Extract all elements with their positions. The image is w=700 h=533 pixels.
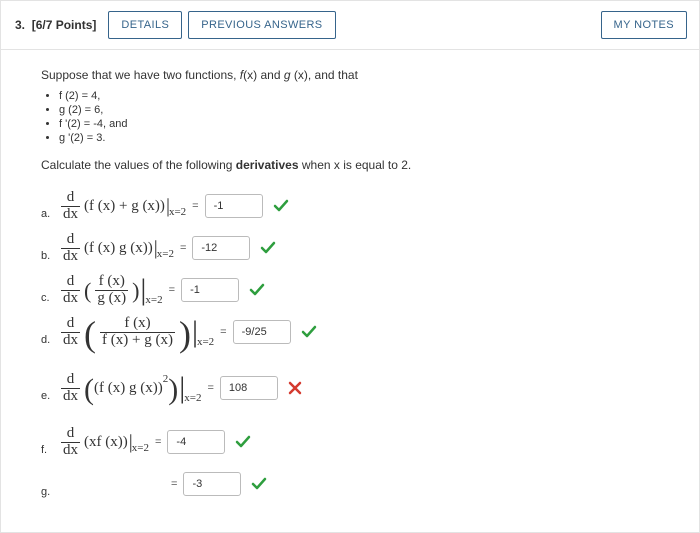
equals: =	[171, 478, 177, 490]
equals: =	[220, 326, 226, 338]
expr: (xf (x))	[84, 434, 128, 451]
part-e: e. ddx ( (f (x) g (x)) 2 ) | x=2 = 108	[41, 368, 659, 408]
eval-at: x=2	[184, 392, 201, 404]
expr: (f (x) + g (x))	[84, 198, 165, 215]
check-icon	[249, 282, 265, 298]
question-header: 3. [6/7 Points] DETAILS PREVIOUS ANSWERS…	[1, 1, 699, 50]
cross-icon	[288, 381, 302, 395]
part-label: f.	[41, 444, 57, 462]
calculate-text: Calculate the values of the following de…	[41, 158, 659, 172]
check-icon	[235, 434, 251, 450]
previous-answers-button[interactable]: PREVIOUS ANSWERS	[188, 11, 335, 39]
expr: (f (x) g (x))	[84, 240, 153, 257]
given-item: f (2) = 4,	[59, 90, 659, 102]
part-label: c.	[41, 292, 57, 310]
given-list: f (2) = 4, g (2) = 6, f '(2) = -4, and g…	[59, 90, 659, 144]
part-d: d. ddx ( f (x)f (x) + g (x) ) | x=2 = -9…	[41, 312, 659, 352]
part-label: a.	[41, 208, 57, 226]
eval-at: x=2	[132, 442, 149, 454]
part-label: b.	[41, 250, 57, 268]
ddx: ddx	[61, 372, 80, 405]
part-c: c. ddx ( f (x)g (x) ) | x=2 = -1	[41, 270, 659, 310]
ddx: ddx	[61, 426, 80, 459]
equals: =	[180, 242, 186, 254]
check-icon	[273, 198, 289, 214]
answer-box[interactable]: -12	[192, 236, 250, 260]
equals: =	[169, 284, 175, 296]
equals: =	[155, 436, 161, 448]
ddx: ddx	[61, 274, 80, 307]
prompt-text: Suppose that we have two functions, f(x)…	[41, 68, 659, 82]
eval-at: x=2	[145, 294, 162, 306]
given-item: f '(2) = -4, and	[59, 118, 659, 130]
quotient: f (x)f (x) + g (x)	[100, 316, 175, 349]
check-icon	[301, 324, 317, 340]
part-a: a. ddx (f (x) + g (x)) | x=2 = -1	[41, 186, 659, 226]
given-item: g '(2) = 3.	[59, 132, 659, 144]
question-card: 3. [6/7 Points] DETAILS PREVIOUS ANSWERS…	[0, 0, 700, 533]
eval-at: x=2	[157, 248, 174, 260]
ddx: ddx	[61, 190, 80, 223]
answer-box[interactable]: -9/25	[233, 320, 291, 344]
question-points: 3. [6/7 Points]	[15, 18, 96, 32]
part-f: f. ddx (xf (x)) | x=2 = -4	[41, 422, 659, 462]
details-button[interactable]: DETAILS	[108, 11, 182, 39]
answer-box[interactable]: -1	[181, 278, 239, 302]
answer-box[interactable]: -4	[167, 430, 225, 454]
part-b: b. ddx (f (x) g (x)) | x=2 = -12	[41, 228, 659, 268]
inner-expr: (f (x) g (x))	[94, 380, 163, 397]
quotient: f (x)g (x)	[95, 274, 128, 307]
part-label: g.	[41, 486, 57, 504]
answer-box[interactable]: 108	[220, 376, 278, 400]
check-icon	[251, 476, 267, 492]
ddx: ddx	[61, 232, 80, 265]
check-icon	[260, 240, 276, 256]
equals: =	[207, 382, 213, 394]
given-item: g (2) = 6,	[59, 104, 659, 116]
ddx: ddx	[61, 316, 80, 349]
my-notes-button[interactable]: MY NOTES	[601, 11, 687, 39]
part-label: e.	[41, 390, 57, 408]
question-body: Suppose that we have two functions, f(x)…	[1, 50, 699, 532]
eval-at: x=2	[197, 336, 214, 348]
answer-box[interactable]: -1	[205, 194, 263, 218]
equals: =	[192, 200, 198, 212]
eval-at: x=2	[169, 206, 186, 218]
answer-box[interactable]: -3	[183, 472, 241, 496]
part-label: d.	[41, 334, 57, 352]
part-g: g. = -3	[41, 464, 659, 504]
